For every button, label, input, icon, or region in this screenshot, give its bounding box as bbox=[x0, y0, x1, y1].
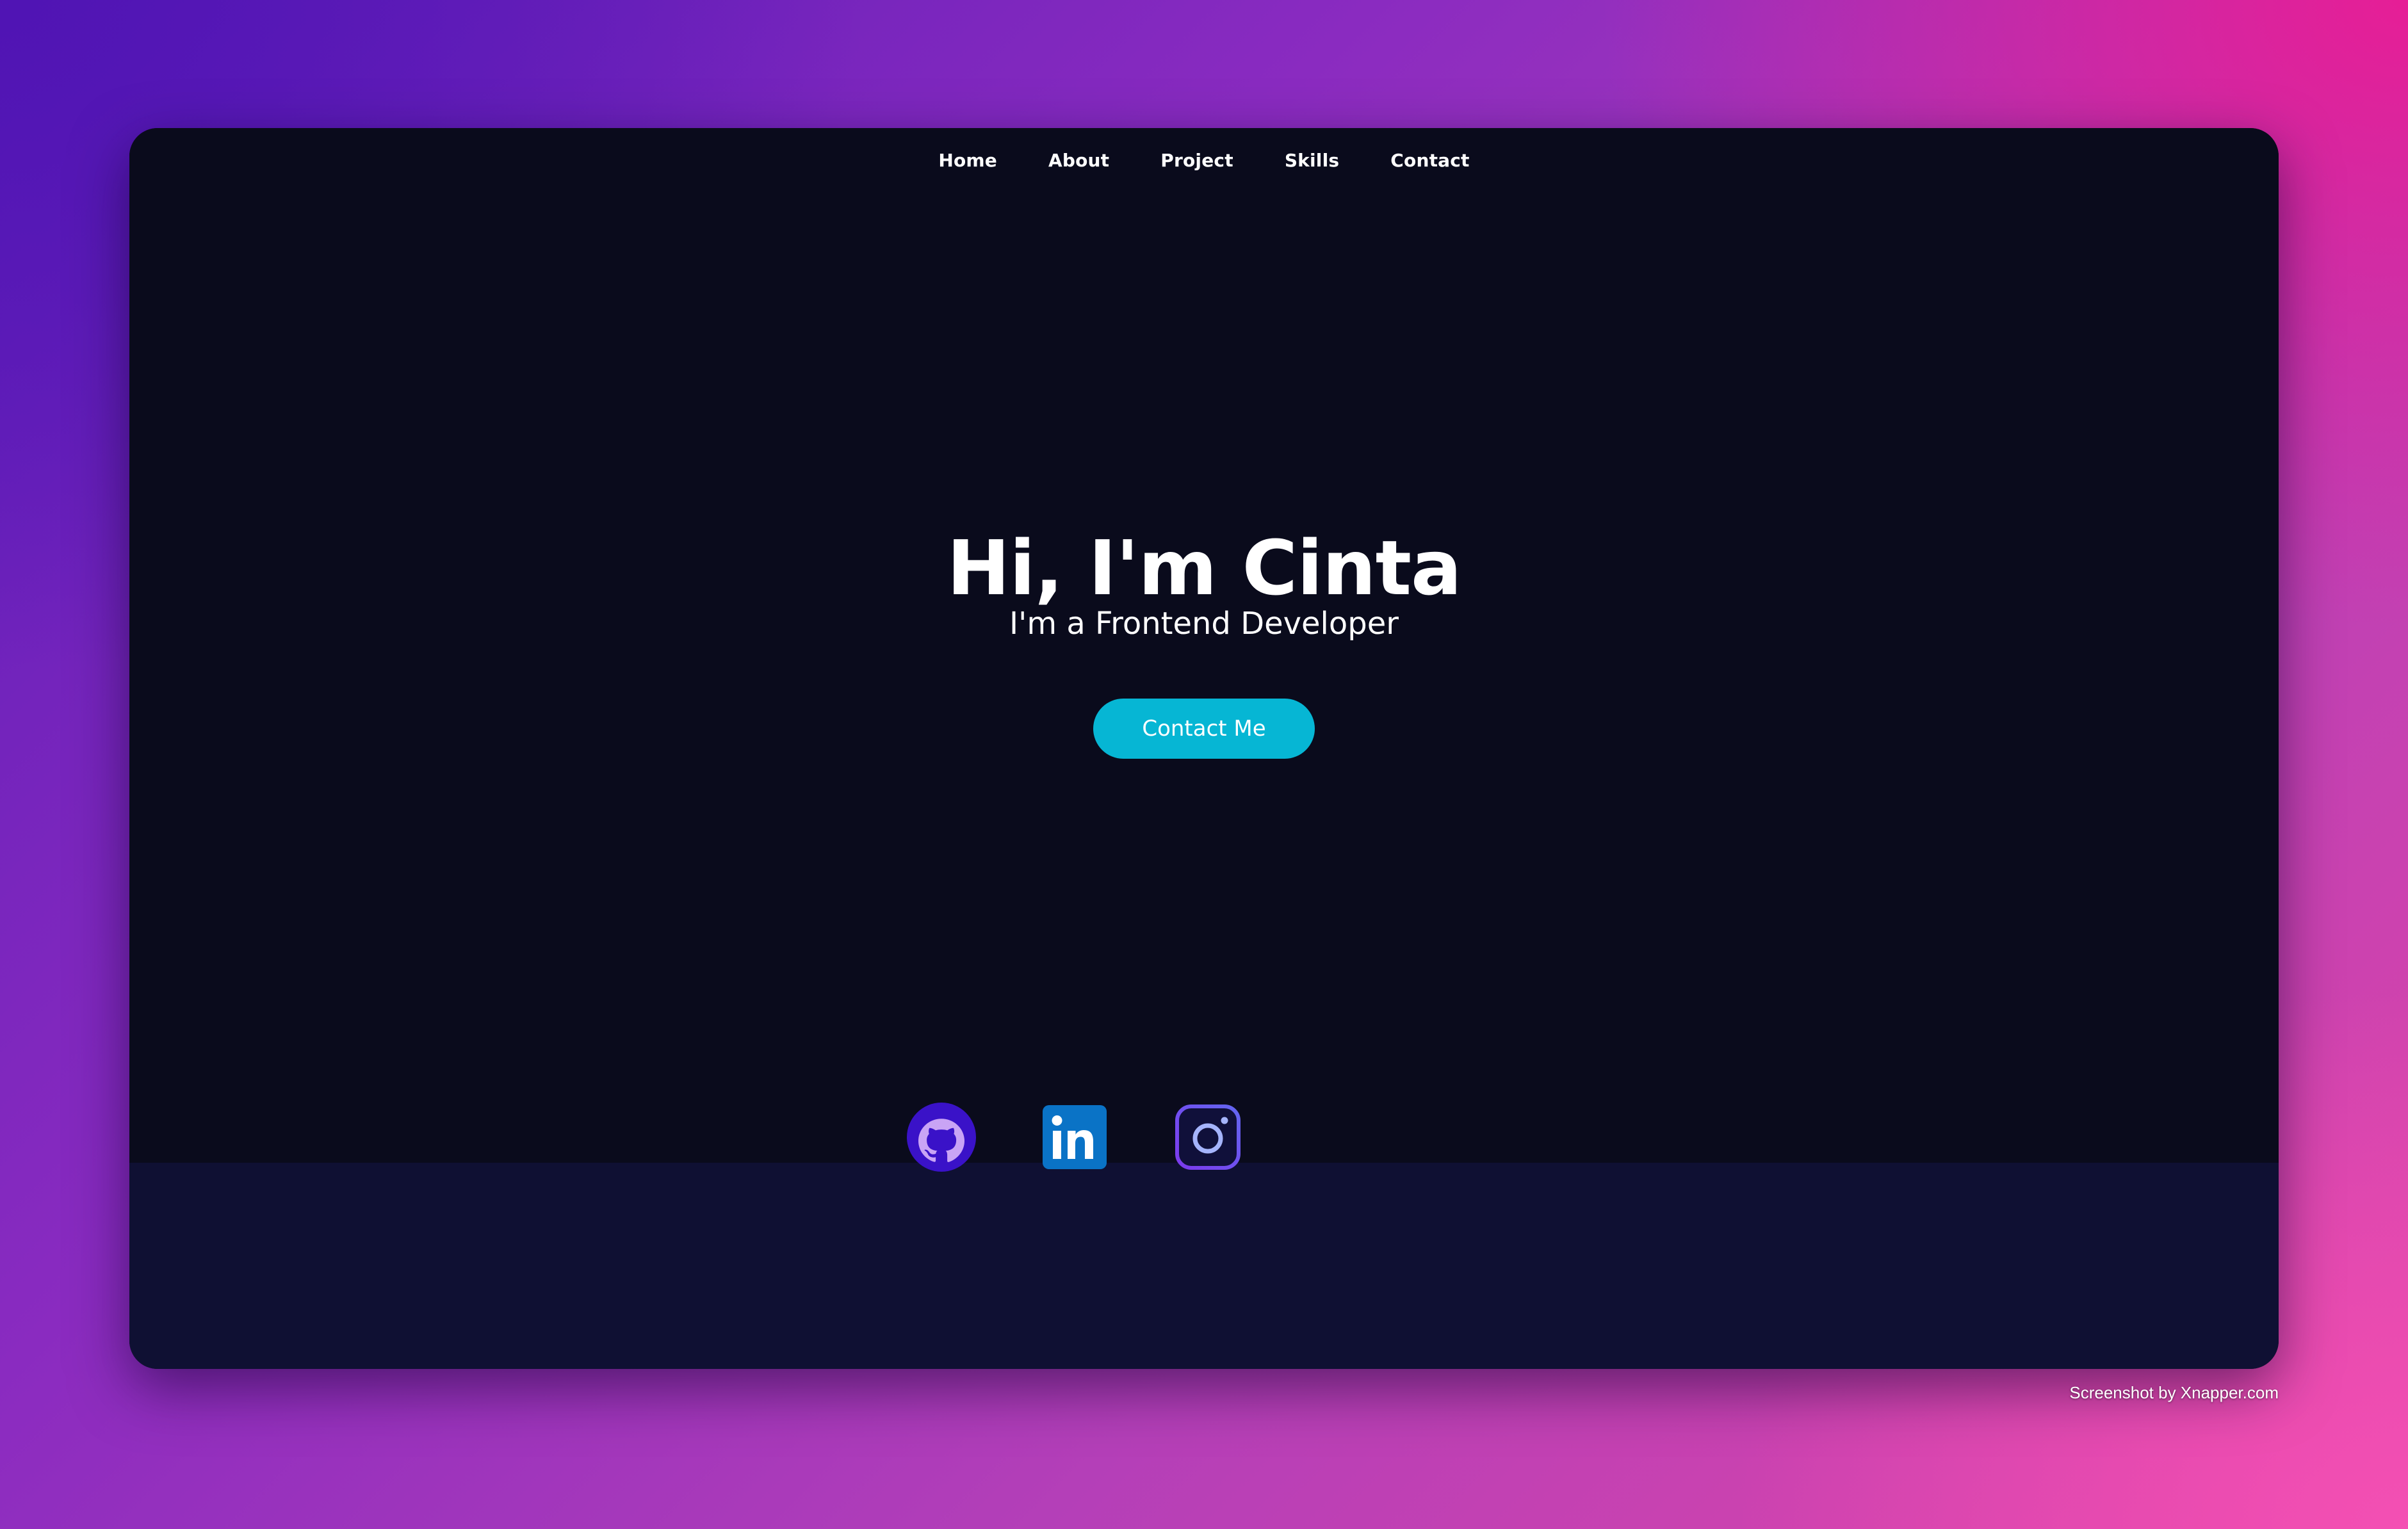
nav-item-home[interactable]: Home bbox=[938, 150, 997, 171]
instagram-icon[interactable] bbox=[1173, 1103, 1242, 1172]
watermark: Screenshot by Xnapper.com bbox=[2069, 1383, 2279, 1402]
browser-window: Home About Project Skills Contact Hi, I'… bbox=[129, 128, 2279, 1369]
nav-item-contact[interactable]: Contact bbox=[1390, 150, 1469, 171]
hero-title: Hi, I'm Cinta bbox=[947, 524, 1461, 612]
nav-item-skills[interactable]: Skills bbox=[1285, 150, 1339, 171]
nav-item-about[interactable]: About bbox=[1048, 150, 1109, 171]
footer bbox=[129, 1163, 2279, 1369]
nav-item-project[interactable]: Project bbox=[1160, 150, 1233, 171]
hero-section: Home About Project Skills Contact Hi, I'… bbox=[129, 128, 2279, 1163]
github-icon[interactable] bbox=[907, 1103, 976, 1172]
hero-subtitle: I'm a Frontend Developer bbox=[1009, 606, 1399, 642]
linkedin-icon[interactable] bbox=[1040, 1103, 1109, 1172]
top-nav: Home About Project Skills Contact bbox=[129, 128, 2279, 192]
contact-me-button[interactable]: Contact Me bbox=[1093, 699, 1315, 759]
